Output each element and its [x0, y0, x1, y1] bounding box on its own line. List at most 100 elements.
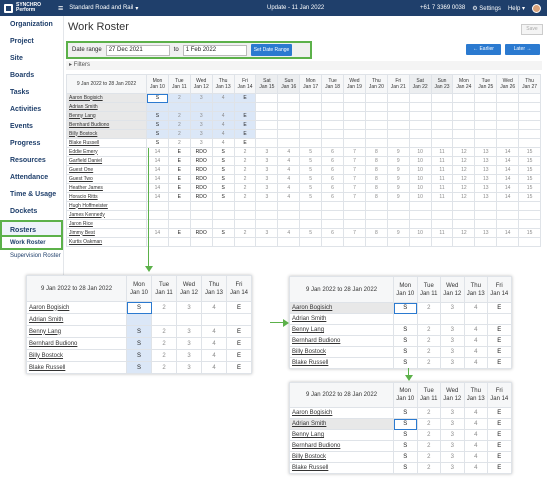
roster-cell[interactable] — [518, 210, 542, 220]
roster-cell[interactable]: 2 — [151, 337, 177, 350]
sidebar-subitem-work-roster[interactable]: Work Roster — [0, 237, 63, 250]
roster-cell[interactable]: S — [126, 337, 152, 350]
roster-cell[interactable]: 4 — [277, 174, 301, 184]
roster-cell[interactable]: 14 — [496, 183, 520, 193]
roster-cell[interactable]: 3 — [176, 337, 202, 350]
roster-cell[interactable] — [321, 111, 345, 121]
roster-cell[interactable]: S — [393, 302, 418, 314]
settings-link[interactable]: ⚙ Settings — [472, 5, 501, 12]
roster-cell[interactable] — [146, 201, 169, 211]
roster-cell[interactable]: 3 — [440, 324, 465, 336]
roster-cell[interactable]: 6 — [321, 183, 345, 193]
roster-cell[interactable]: 4 — [463, 451, 488, 463]
roster-cell[interactable]: RDO — [189, 174, 213, 184]
roster-cell[interactable]: 11 — [430, 156, 454, 166]
roster-cell[interactable]: E — [226, 301, 252, 314]
roster-cell[interactable] — [452, 102, 476, 112]
roster-cell[interactable] — [430, 129, 454, 139]
roster-cell[interactable]: 10 — [408, 165, 432, 175]
roster-cell[interactable]: 11 — [430, 192, 454, 202]
roster-cell[interactable] — [211, 201, 235, 211]
roster-cell[interactable] — [386, 93, 410, 103]
employee-name[interactable]: Kurtis Oakman — [66, 237, 147, 247]
roster-cell[interactable] — [277, 201, 301, 211]
roster-cell[interactable]: 8 — [364, 183, 388, 193]
day-header[interactable]: Tue Jan 11 — [416, 382, 441, 408]
roster-cell[interactable] — [299, 111, 323, 121]
sidebar-subitem-supervision-roster[interactable]: Supervision Roster — [0, 250, 63, 263]
roster-cell[interactable]: 11 — [430, 147, 454, 157]
roster-cell[interactable] — [364, 102, 388, 112]
roster-cell[interactable] — [474, 102, 498, 112]
roster-cell[interactable]: E — [487, 346, 512, 358]
roster-cell[interactable]: 14 — [496, 192, 520, 202]
roster-cell[interactable]: 5 — [299, 183, 323, 193]
roster-cell[interactable]: E — [487, 357, 512, 369]
roster-cell[interactable]: 5 — [299, 228, 323, 238]
roster-cell[interactable] — [408, 138, 432, 148]
sidebar-item-events[interactable]: Events — [0, 118, 63, 135]
roster-cell[interactable]: 4 — [211, 138, 235, 148]
roster-cell[interactable] — [496, 237, 520, 247]
roster-cell[interactable]: 10 — [408, 183, 432, 193]
day-header[interactable]: Sat Jan 15 — [255, 74, 279, 94]
roster-cell[interactable]: S — [146, 111, 169, 121]
employee-name[interactable]: Blake Russell — [66, 138, 147, 148]
roster-cell[interactable] — [496, 129, 520, 139]
sidebar-item-dockets[interactable]: Dockets — [0, 203, 63, 220]
roster-cell[interactable]: 6 — [321, 174, 345, 184]
roster-cell[interactable]: 8 — [364, 174, 388, 184]
roster-cell[interactable]: 2 — [167, 129, 191, 139]
roster-cell[interactable]: 14 — [496, 147, 520, 157]
day-header[interactable]: Thu Jan 13 — [201, 275, 227, 302]
roster-cell[interactable] — [255, 111, 279, 121]
roster-cell[interactable]: 4 — [211, 120, 235, 130]
day-header[interactable]: Fri Jan 21 — [386, 74, 410, 94]
roster-cell[interactable]: E — [226, 349, 252, 362]
day-header[interactable]: Tue Jan 11 — [151, 275, 177, 302]
employee-name[interactable]: Benny Lang — [26, 325, 127, 338]
roster-cell[interactable] — [299, 201, 323, 211]
roster-cell[interactable]: 5 — [299, 156, 323, 166]
roster-cell[interactable] — [255, 93, 279, 103]
roster-cell[interactable]: 4 — [201, 337, 227, 350]
day-header[interactable]: Tue Jan 11 — [167, 74, 191, 94]
roster-cell[interactable]: 4 — [463, 357, 488, 369]
roster-cell[interactable]: 2 — [416, 357, 441, 369]
roster-cell[interactable] — [233, 210, 257, 220]
roster-cell[interactable]: 11 — [430, 165, 454, 175]
roster-cell[interactable] — [189, 201, 213, 211]
roster-cell[interactable] — [364, 210, 388, 220]
roster-cell[interactable] — [299, 129, 323, 139]
employee-name[interactable]: Aaron Bogisich — [66, 93, 147, 103]
roster-cell[interactable] — [452, 120, 476, 130]
roster-cell[interactable] — [496, 201, 520, 211]
sidebar-item-progress[interactable]: Progress — [0, 135, 63, 152]
roster-cell[interactable]: E — [167, 156, 191, 166]
roster-cell[interactable] — [255, 201, 279, 211]
roster-cell[interactable] — [277, 93, 301, 103]
roster-cell[interactable]: RDO — [189, 183, 213, 193]
roster-cell[interactable]: 7 — [343, 147, 366, 157]
employee-name[interactable]: Guest One — [66, 165, 147, 175]
employee-name[interactable]: Bernhard Budiono — [289, 335, 394, 347]
roster-cell[interactable] — [408, 129, 432, 139]
roster-cell[interactable]: 6 — [321, 192, 345, 202]
roster-cell[interactable]: E — [167, 174, 191, 184]
set-date-range-button[interactable]: Set Date Range — [250, 44, 293, 56]
roster-cell[interactable]: 9 — [386, 183, 410, 193]
roster-cell[interactable] — [255, 210, 279, 220]
roster-cell[interactable] — [474, 120, 498, 130]
roster-cell[interactable] — [255, 129, 279, 139]
roster-cell[interactable] — [474, 138, 498, 148]
roster-cell[interactable]: 6 — [321, 165, 345, 175]
roster-cell[interactable]: E — [487, 324, 512, 336]
roster-cell[interactable]: 3 — [440, 335, 465, 347]
roster-cell[interactable]: 3 — [440, 462, 465, 474]
roster-cell[interactable]: 2 — [167, 111, 191, 121]
roster-cell[interactable] — [408, 120, 432, 130]
roster-cell[interactable] — [474, 129, 498, 139]
roster-cell[interactable] — [277, 210, 301, 220]
employee-name[interactable]: Billy Bostock — [66, 129, 147, 139]
roster-cell[interactable]: 10 — [408, 228, 432, 238]
